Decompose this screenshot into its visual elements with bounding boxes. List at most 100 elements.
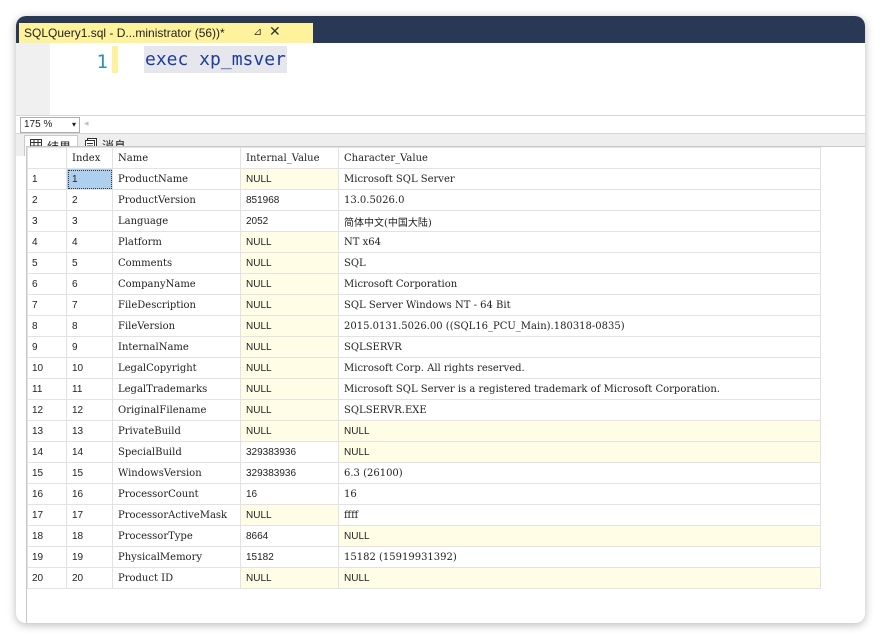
internal-value-cell[interactable]: NULL: [240, 567, 339, 589]
name-cell[interactable]: ProcessorCount: [112, 483, 241, 505]
table-row[interactable]: 5 5 Comments NULL SQL: [27, 252, 821, 274]
query-text[interactable]: exec xp_msver: [144, 46, 287, 73]
name-cell[interactable]: Comments: [112, 252, 241, 274]
name-cell[interactable]: Platform: [112, 231, 241, 253]
internal-value-cell[interactable]: 16: [240, 483, 339, 505]
character-value-cell[interactable]: Microsoft SQL Server: [338, 168, 821, 190]
scroll-left-icon[interactable]: ◂: [84, 118, 89, 129]
internal-value-cell[interactable]: NULL: [240, 357, 339, 379]
internal-value-cell[interactable]: 329383936: [240, 441, 339, 463]
row-number[interactable]: 16: [27, 483, 67, 505]
row-number[interactable]: 9: [27, 336, 67, 358]
column-header-name[interactable]: Name: [112, 147, 241, 169]
table-row[interactable]: 13 13 PrivateBuild NULL NULL: [27, 420, 821, 442]
index-cell[interactable]: 16: [66, 483, 113, 505]
name-cell[interactable]: PhysicalMemory: [112, 546, 241, 568]
row-number[interactable]: 17: [27, 504, 67, 526]
character-value-cell[interactable]: 2015.0131.5026.00 ((SQL16_PCU_Main).1803…: [338, 315, 821, 337]
character-value-cell[interactable]: 16: [338, 483, 821, 505]
table-row[interactable]: 12 12 OriginalFilename NULL SQLSERVR.EXE: [27, 399, 821, 421]
table-row[interactable]: 8 8 FileVersion NULL 2015.0131.5026.00 ((SQL…: [27, 315, 821, 337]
name-cell[interactable]: FileVersion: [112, 315, 241, 337]
internal-value-cell[interactable]: NULL: [240, 504, 339, 526]
name-cell[interactable]: PrivateBuild: [112, 420, 241, 442]
row-number[interactable]: 12: [27, 399, 67, 421]
internal-value-cell[interactable]: NULL: [240, 336, 339, 358]
table-row[interactable]: 14 14 SpecialBuild 329383936 NULL: [27, 441, 821, 463]
table-row[interactable]: 17 17 ProcessorActiveMask NULL ffff: [27, 504, 821, 526]
table-row[interactable]: 2 2 ProductVersion 851968 13.0.5026.0: [27, 189, 821, 211]
zoom-dropdown[interactable]: 175 % ▾: [20, 117, 80, 133]
internal-value-cell[interactable]: NULL: [240, 315, 339, 337]
internal-value-cell[interactable]: NULL: [240, 378, 339, 400]
internal-value-cell[interactable]: 329383936: [240, 462, 339, 484]
table-row[interactable]: 3 3 Language 2052 简体中文(中国大陆): [27, 210, 821, 232]
row-number[interactable]: 2: [27, 189, 67, 211]
table-row[interactable]: 19 19 PhysicalMemory 15182 15182 (1591993139…: [27, 546, 821, 568]
name-cell[interactable]: ProductVersion: [112, 189, 241, 211]
index-cell[interactable]: 9: [66, 336, 113, 358]
index-cell[interactable]: 1: [66, 168, 113, 190]
index-cell[interactable]: 3: [66, 210, 113, 232]
row-number[interactable]: 8: [27, 315, 67, 337]
internal-value-cell[interactable]: NULL: [240, 231, 339, 253]
internal-value-cell[interactable]: NULL: [240, 420, 339, 442]
name-cell[interactable]: ProcessorType: [112, 525, 241, 547]
character-value-cell[interactable]: SQL: [338, 252, 821, 274]
row-number[interactable]: 18: [27, 525, 67, 547]
character-value-cell[interactable]: NULL: [338, 441, 821, 463]
index-cell[interactable]: 18: [66, 525, 113, 547]
character-value-cell[interactable]: Microsoft Corp. All rights reserved.: [338, 357, 821, 379]
table-row[interactable]: 20 20 Product ID NULL NULL: [27, 567, 821, 589]
index-cell[interactable]: 6: [66, 273, 113, 295]
character-value-cell[interactable]: Microsoft Corporation: [338, 273, 821, 295]
index-cell[interactable]: 10: [66, 357, 113, 379]
name-cell[interactable]: ProductName: [112, 168, 241, 190]
internal-value-cell[interactable]: NULL: [240, 273, 339, 295]
index-cell[interactable]: 5: [66, 252, 113, 274]
index-cell[interactable]: 12: [66, 399, 113, 421]
row-number[interactable]: 4: [27, 231, 67, 253]
index-cell[interactable]: 4: [66, 231, 113, 253]
table-row[interactable]: 11 11 LegalTrademarks NULL Microsoft SQL Ser…: [27, 378, 821, 400]
character-value-cell[interactable]: 简体中文(中国大陆): [338, 210, 821, 232]
name-cell[interactable]: LegalCopyright: [112, 357, 241, 379]
column-header-character-value[interactable]: Character_Value: [338, 147, 821, 169]
internal-value-cell[interactable]: 2052: [240, 210, 339, 232]
table-row[interactable]: 16 16 ProcessorCount 16 16: [27, 483, 821, 505]
character-value-cell[interactable]: ffff: [338, 504, 821, 526]
internal-value-cell[interactable]: 15182: [240, 546, 339, 568]
name-cell[interactable]: InternalName: [112, 336, 241, 358]
name-cell[interactable]: Product ID: [112, 567, 241, 589]
index-cell[interactable]: 11: [66, 378, 113, 400]
name-cell[interactable]: Language: [112, 210, 241, 232]
column-header-rownum[interactable]: [27, 147, 67, 169]
table-row[interactable]: 9 9 InternalName NULL SQLSERVR: [27, 336, 821, 358]
row-number[interactable]: 3: [27, 210, 67, 232]
row-number[interactable]: 7: [27, 294, 67, 316]
results-grid[interactable]: Index Name Internal_Value Character_Valu…: [26, 146, 865, 623]
index-cell[interactable]: 8: [66, 315, 113, 337]
row-number[interactable]: 14: [27, 441, 67, 463]
internal-value-cell[interactable]: NULL: [240, 294, 339, 316]
column-header-internal-value[interactable]: Internal_Value: [240, 147, 339, 169]
character-value-cell[interactable]: Microsoft SQL Server is a registered tra…: [338, 378, 821, 400]
row-number[interactable]: 15: [27, 462, 67, 484]
row-number[interactable]: 5: [27, 252, 67, 274]
index-cell[interactable]: 14: [66, 441, 113, 463]
row-number[interactable]: 1: [27, 168, 67, 190]
index-cell[interactable]: 20: [66, 567, 113, 589]
name-cell[interactable]: LegalTrademarks: [112, 378, 241, 400]
internal-value-cell[interactable]: 8664: [240, 525, 339, 547]
close-icon[interactable]: ✕: [269, 23, 281, 40]
query-editor[interactable]: 1 exec xp_msver: [16, 43, 865, 115]
table-row[interactable]: 10 10 LegalCopyright NULL Microsoft Corp. Al…: [27, 357, 821, 379]
internal-value-cell[interactable]: NULL: [240, 168, 339, 190]
character-value-cell[interactable]: SQL Server Windows NT - 64 Bit: [338, 294, 821, 316]
internal-value-cell[interactable]: NULL: [240, 252, 339, 274]
character-value-cell[interactable]: 6.3 (26100): [338, 462, 821, 484]
table-row[interactable]: 7 7 FileDescription NULL SQL Server Windows …: [27, 294, 821, 316]
name-cell[interactable]: FileDescription: [112, 294, 241, 316]
index-cell[interactable]: 13: [66, 420, 113, 442]
character-value-cell[interactable]: NT x64: [338, 231, 821, 253]
